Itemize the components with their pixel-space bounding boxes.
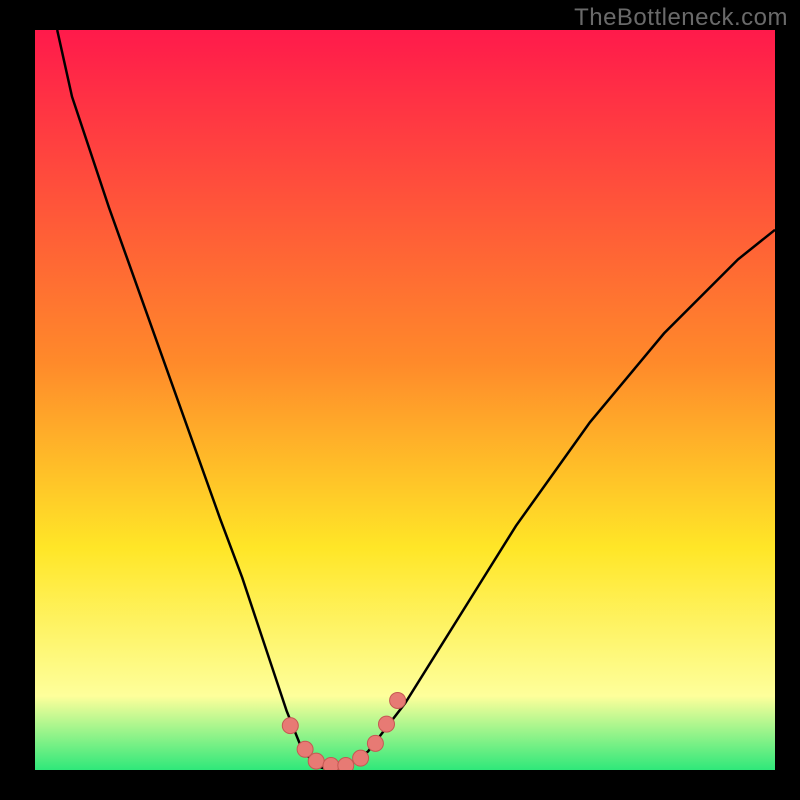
curve-marker [338, 758, 354, 770]
bottleneck-curve-chart [35, 30, 775, 770]
curve-marker [353, 750, 369, 766]
gradient-background [35, 30, 775, 770]
curve-marker [323, 758, 339, 770]
watermark-text: TheBottleneck.com [574, 4, 788, 32]
chart-root: TheBottleneck.com [0, 0, 800, 800]
curve-marker [390, 692, 406, 708]
curve-marker [308, 753, 324, 769]
plot-area [35, 30, 775, 770]
curve-marker [367, 735, 383, 751]
curve-marker [379, 716, 395, 732]
curve-marker [282, 718, 298, 734]
